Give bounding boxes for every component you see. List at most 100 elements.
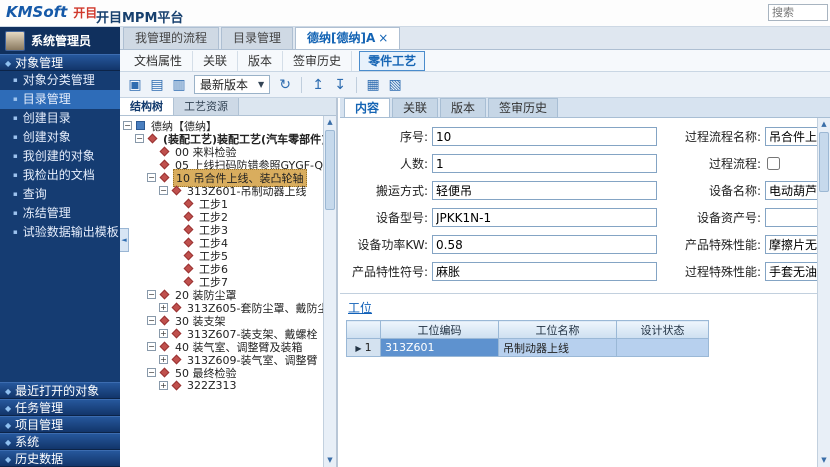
collapse-icon[interactable]: −: [123, 121, 132, 130]
subtab-versions[interactable]: 版本: [238, 51, 283, 71]
tree-node-step-1[interactable]: 工步1: [171, 197, 323, 210]
collapse-icon[interactable]: −: [159, 186, 168, 195]
sidebar-section-system[interactable]: ◆系统: [0, 433, 120, 450]
station-code-cell[interactable]: 313Z601: [381, 339, 499, 357]
sidebar-item-directory-management[interactable]: ▪目录管理: [0, 90, 120, 109]
move-bottom-icon[interactable]: ↧: [330, 75, 350, 95]
tree-node-step-5[interactable]: 工步5: [171, 249, 323, 262]
scrollbar-thumb[interactable]: [325, 130, 335, 210]
process-flow-checkbox[interactable]: [767, 157, 780, 170]
equipment-model-field[interactable]: [432, 208, 657, 227]
column-header-design-status[interactable]: 设计状态: [617, 321, 709, 339]
sidebar-item-freeze-management[interactable]: ▪冻结管理: [0, 204, 120, 223]
sidebar-section-object-management[interactable]: ◆对象管理: [0, 54, 120, 71]
scrollbar-thumb[interactable]: [819, 132, 829, 192]
sidebar-item-create-object[interactable]: ▪创建对象: [0, 128, 120, 147]
tree-node-step-2[interactable]: 工步2: [171, 210, 323, 223]
tab-structure-tree[interactable]: 结构树: [120, 98, 174, 115]
station-icon: [172, 303, 182, 313]
expand-icon[interactable]: +: [159, 355, 168, 364]
tree-scrollbar[interactable]: ▲ ▼: [323, 116, 336, 467]
tab-content[interactable]: 内容: [344, 98, 390, 117]
sidebar-section-task-management[interactable]: ◆任务管理: [0, 399, 120, 416]
step-icon: [184, 212, 194, 222]
column-header-station-name[interactable]: 工位名称: [499, 321, 617, 339]
product-special-property-field[interactable]: [765, 235, 817, 254]
collapse-icon[interactable]: −: [147, 342, 156, 351]
transport-method-label: 搬运方式:: [340, 182, 428, 199]
design-status-cell[interactable]: [617, 339, 709, 357]
collapse-icon[interactable]: −: [147, 290, 156, 299]
subtab-relations[interactable]: 关联: [193, 51, 238, 71]
expand-icon[interactable]: +: [159, 381, 168, 390]
tree-node-final-inspection[interactable]: − 50 最终检验: [147, 366, 323, 379]
section-label: 对象管理: [15, 56, 63, 70]
collapse-icon[interactable]: −: [147, 173, 156, 182]
sidebar-item-query[interactable]: ▪查询: [0, 185, 120, 204]
sidebar-section-recent-objects[interactable]: ◆最近打开的对象: [0, 382, 120, 399]
collapse-icon[interactable]: −: [147, 368, 156, 377]
equipment-name-field[interactable]: [765, 181, 817, 200]
product-symbol-field[interactable]: [432, 262, 657, 281]
move-top-icon[interactable]: ↥: [308, 75, 328, 95]
tab-relations[interactable]: 关联: [392, 98, 438, 117]
transport-method-field[interactable]: [432, 181, 657, 200]
process-special-property-field[interactable]: [765, 262, 817, 281]
expand-icon[interactable]: +: [159, 329, 168, 338]
detail-scrollbar[interactable]: ▲ ▼: [817, 118, 830, 467]
table-icon[interactable]: ▦: [363, 75, 383, 95]
expand-icon[interactable]: +: [159, 303, 168, 312]
sidebar-item-my-checked-out-docs[interactable]: ▪我检出的文档: [0, 166, 120, 185]
print-icon[interactable]: ▣: [125, 75, 145, 95]
scroll-down-icon[interactable]: ▼: [818, 454, 830, 467]
new-doc-icon[interactable]: ▤: [147, 75, 167, 95]
subtab-document-properties[interactable]: 文档属性: [124, 51, 193, 71]
search-input[interactable]: [768, 4, 828, 21]
subtab-review-history[interactable]: 签审历史: [283, 51, 352, 71]
tree-node-step-4[interactable]: 工步4: [171, 236, 323, 249]
step-icon: [184, 264, 194, 274]
sidebar-item-my-created-objects[interactable]: ▪我创建的对象: [0, 147, 120, 166]
row-header-cell[interactable]: ▶1: [347, 339, 381, 357]
process-route-name-field[interactable]: [765, 127, 817, 146]
serial-number-field[interactable]: [432, 127, 657, 146]
tree-node-step-6[interactable]: 工步6: [171, 262, 323, 275]
tab-dana-active[interactable]: 德纳[德纳]A×: [295, 27, 400, 49]
scroll-down-icon[interactable]: ▼: [324, 454, 336, 467]
sidebar-section-history-data[interactable]: ◆历史数据: [0, 450, 120, 467]
tab-review-history[interactable]: 签审历史: [488, 98, 558, 117]
main-tab-bar: 我管理的流程 目录管理 德纳[德纳]A×: [120, 27, 830, 50]
tab-process-resources[interactable]: 工艺资源: [174, 98, 239, 115]
sidebar-item-label: 冻结管理: [23, 206, 71, 220]
tree-node-322z313[interactable]: + 322Z313: [159, 379, 323, 392]
scroll-up-icon[interactable]: ▲: [324, 116, 336, 129]
subtab-part-process[interactable]: 零件工艺: [359, 51, 425, 71]
sidebar-item-test-data-template[interactable]: ▪试验数据输出模板: [0, 223, 120, 242]
people-count-field[interactable]: [432, 154, 657, 173]
workstation-link[interactable]: 工位: [348, 299, 372, 316]
close-icon[interactable]: ×: [378, 31, 388, 45]
table-row[interactable]: ▶1 313Z601 吊制动器上线: [347, 339, 709, 357]
scroll-up-icon[interactable]: ▲: [818, 118, 830, 131]
sidebar-item-object-classification[interactable]: ▪对象分类管理: [0, 71, 120, 90]
sidebar-section-project-management[interactable]: ◆项目管理: [0, 416, 120, 433]
collapse-icon[interactable]: −: [147, 316, 156, 325]
column-header-station-code[interactable]: 工位编码: [381, 321, 499, 339]
tab-directory-management[interactable]: 目录管理: [221, 27, 293, 49]
tab-versions[interactable]: 版本: [440, 98, 486, 117]
equipment-power-field[interactable]: [432, 235, 657, 254]
sidebar-collapse-handle[interactable]: ◄: [120, 228, 129, 252]
copy-icon[interactable]: ▧: [385, 75, 405, 95]
equipment-asset-field[interactable]: [765, 208, 817, 227]
logo-cn-text: 开目: [73, 6, 97, 20]
bullet-icon: ▪: [13, 133, 18, 141]
sidebar-item-create-directory[interactable]: ▪创建目录: [0, 109, 120, 128]
tab-my-processes[interactable]: 我管理的流程: [123, 27, 219, 49]
refresh-icon[interactable]: ↻: [275, 75, 295, 95]
station-name-cell[interactable]: 吊制动器上线: [499, 339, 617, 357]
open-doc-icon[interactable]: ▥: [169, 75, 189, 95]
tree-node-step-3[interactable]: 工步3: [171, 223, 323, 236]
collapse-icon[interactable]: −: [135, 134, 144, 143]
version-dropdown[interactable]: 最新版本 ▼: [194, 75, 270, 94]
sidebar-bottom-sections: ◆最近打开的对象 ◆任务管理 ◆项目管理 ◆系统 ◆历史数据: [0, 382, 120, 467]
